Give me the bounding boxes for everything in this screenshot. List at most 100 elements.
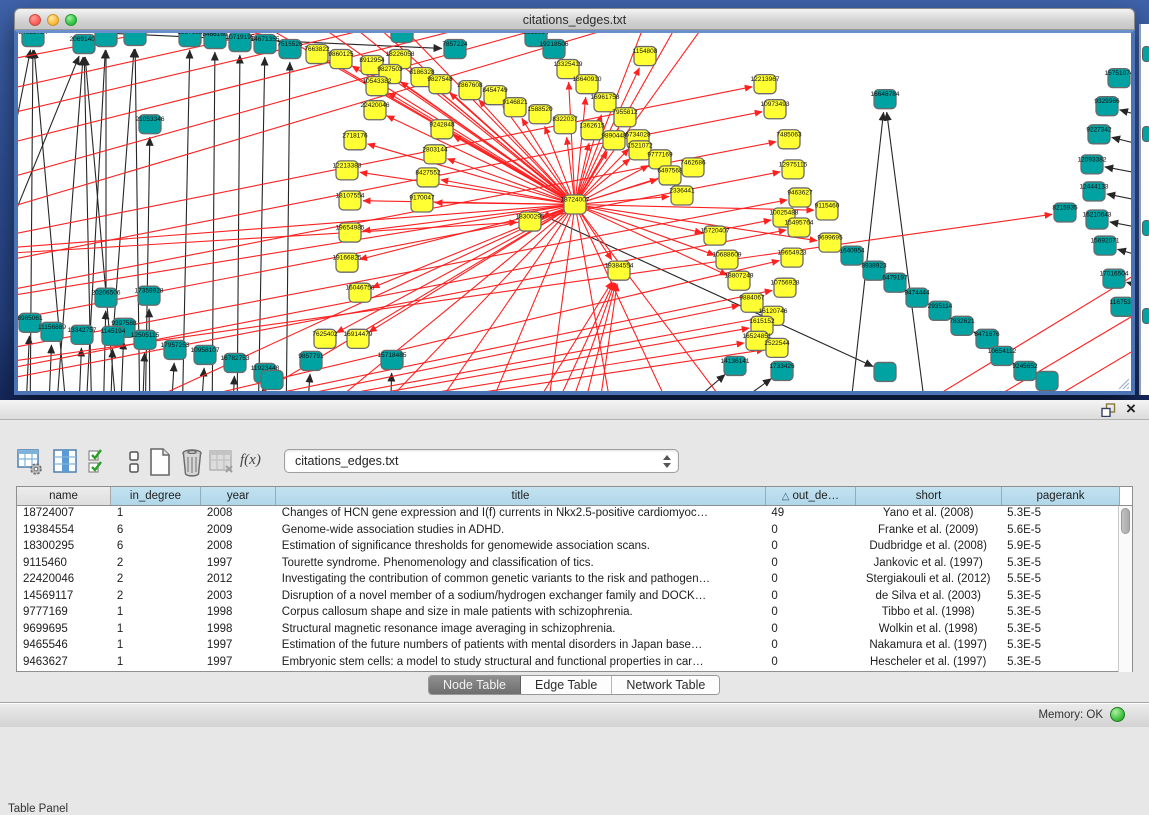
table-row[interactable]: 1872400712008Changes of HCN gene express… <box>17 506 1119 523</box>
table-row[interactable]: 977716911998Corpus callosum shape and si… <box>17 605 1119 622</box>
table-cell[interactable]: 5.3E-5 <box>1001 605 1119 622</box>
table-cell[interactable]: 0 <box>765 638 855 655</box>
table-row[interactable]: 946554611997Estimation of the future num… <box>17 638 1119 655</box>
graph-edge[interactable] <box>120 341 123 391</box>
graph-edge[interactable] <box>182 50 190 391</box>
table-cell[interactable]: 5.9E-5 <box>1001 539 1119 556</box>
close-panel-icon[interactable]: × <box>1122 399 1140 419</box>
table-cell[interactable]: Wolkin et al. (1998) <box>855 622 1001 639</box>
graph-edge[interactable] <box>887 112 928 391</box>
table-cell[interactable]: 5.3E-5 <box>1001 655 1119 672</box>
select-columns-icon[interactable] <box>86 447 114 477</box>
table-cell[interactable]: 1 <box>111 605 201 622</box>
table-row[interactable]: 1938455462009Genome-wide association stu… <box>17 523 1119 540</box>
graph-edge[interactable] <box>170 363 174 391</box>
table-cell[interactable]: 0 <box>765 572 855 589</box>
table-cell[interactable]: 9465546 <box>17 638 111 655</box>
table-row[interactable]: 969969511998Structural magnetic resonanc… <box>17 622 1119 639</box>
table-cell[interactable]: 2012 <box>201 572 276 589</box>
table-cell[interactable]: Investigating the contribution of common… <box>276 572 766 589</box>
citation-network-graph[interactable]: 2405572420691406106552871527602846616010… <box>18 33 1131 391</box>
table-cell[interactable]: 1 <box>111 622 201 639</box>
table-cell[interactable]: 1 <box>111 638 201 655</box>
graph-edge[interactable] <box>142 353 145 391</box>
background-window-sliver[interactable] <box>1139 24 1149 395</box>
window-titlebar[interactable]: citations_edges.txt <box>14 8 1135 30</box>
table-cell[interactable]: 9115460 <box>17 556 111 573</box>
table-cell[interactable]: 0 <box>765 605 855 622</box>
table-row[interactable]: 1456911722003Disruption of a novel membe… <box>17 589 1119 606</box>
graph-edge[interactable] <box>660 374 725 391</box>
graph-edge[interactable] <box>1105 167 1131 178</box>
table-cell[interactable]: 19384554 <box>17 523 111 540</box>
float-panel-icon[interactable] <box>1101 403 1117 417</box>
table-cell[interactable]: Genome-wide association studies in ADHD. <box>276 523 766 540</box>
table-cell[interactable]: 0 <box>765 556 855 573</box>
tab-node-table[interactable]: Node Table <box>429 676 521 694</box>
graph-edge[interactable] <box>237 55 240 391</box>
table-cell[interactable]: 6 <box>111 539 201 556</box>
table-cell[interactable]: 5.3E-5 <box>1001 638 1119 655</box>
table-cell[interactable]: 0 <box>765 655 855 672</box>
column-header-name[interactable]: name <box>17 487 111 505</box>
table-cell[interactable]: Yano et al. (2008) <box>855 506 1001 523</box>
graph-edge[interactable] <box>1127 282 1131 291</box>
memory-status-indicator[interactable] <box>1110 707 1125 722</box>
table-row[interactable]: 946362711997Embryonic stem cells: a mode… <box>17 655 1119 672</box>
column-header-pagerank[interactable]: pagerank <box>1002 487 1120 505</box>
graph-edge[interactable] <box>30 50 33 391</box>
table-cell[interactable]: 2 <box>111 589 201 606</box>
graph-edge[interactable] <box>880 260 1131 391</box>
graph-node[interactable] <box>391 33 413 43</box>
graph-node[interactable] <box>261 370 283 389</box>
graph-edge[interactable] <box>390 373 392 391</box>
table-cell[interactable]: 0 <box>765 589 855 606</box>
graph-edge[interactable] <box>1107 194 1131 205</box>
column-header-out_de[interactable]: △out_de… <box>766 487 856 505</box>
vertical-scrollbar[interactable] <box>1118 506 1132 672</box>
table-cell[interactable]: 1998 <box>201 622 276 639</box>
table-cell[interactable]: Jankovic et al. (1997) <box>855 556 1001 573</box>
graph-node[interactable] <box>874 362 896 381</box>
table-cell[interactable]: Franke et al. (2009) <box>855 523 1001 540</box>
tab-edge-table[interactable]: Edge Table <box>521 676 612 694</box>
column-header-short[interactable]: short <box>856 487 1002 505</box>
table-cell[interactable]: 9699695 <box>17 622 111 639</box>
table-cell[interactable]: 5.6E-5 <box>1001 523 1119 540</box>
table-row[interactable]: 1830029562008Estimation of significance … <box>17 539 1119 556</box>
table-cell[interactable]: 2003 <box>201 589 276 606</box>
table-cell[interactable]: Estimation of significance thresholds fo… <box>276 539 766 556</box>
graph-edge[interactable] <box>18 50 30 205</box>
table-cell[interactable]: de Silva et al. (2003) <box>855 589 1001 606</box>
table-cell[interactable]: 1997 <box>201 556 276 573</box>
column-header-title[interactable]: title <box>276 487 766 505</box>
scrollbar-thumb[interactable] <box>1121 508 1130 534</box>
graph-edge[interactable] <box>1117 249 1131 261</box>
graph-edge[interactable] <box>212 52 215 391</box>
delete-table-icon[interactable] <box>178 447 206 477</box>
table-cell[interactable]: Tourette syndrome. Phenomenology and cla… <box>276 556 766 573</box>
show-column-icon[interactable] <box>52 447 80 477</box>
table-cell[interactable]: 18300295 <box>17 539 111 556</box>
graph-edge[interactable] <box>18 204 575 299</box>
table-cell[interactable]: 0 <box>765 539 855 556</box>
graph-edge[interactable] <box>1112 137 1131 149</box>
graph-edge[interactable] <box>18 172 780 325</box>
table-cell[interactable]: 1997 <box>201 638 276 655</box>
graph-edge[interactable] <box>447 159 575 205</box>
table-cell[interactable]: 1997 <box>201 655 276 672</box>
table-row[interactable]: 2242004622012Investigating the contribut… <box>17 572 1119 589</box>
table-row[interactable]: 911546021997Tourette syndrome. Phenomeno… <box>17 556 1119 573</box>
table-cell[interactable]: 5.3E-5 <box>1001 556 1119 573</box>
table-cell[interactable]: 5.3E-5 <box>1001 589 1119 606</box>
table-cell[interactable]: 2 <box>111 572 201 589</box>
row-height-icon[interactable] <box>121 447 149 477</box>
graph-edge[interactable] <box>453 136 575 205</box>
table-cell[interactable]: 2008 <box>201 506 276 523</box>
new-table-icon[interactable] <box>146 447 174 477</box>
graph-edge[interactable] <box>200 33 575 204</box>
table-cell[interactable]: Dudbridge et al. (2008) <box>855 539 1001 556</box>
table-selector-dropdown[interactable]: citations_edges.txt <box>284 449 679 473</box>
graph-node[interactable] <box>95 33 117 47</box>
graph-edge[interactable] <box>1120 110 1131 121</box>
